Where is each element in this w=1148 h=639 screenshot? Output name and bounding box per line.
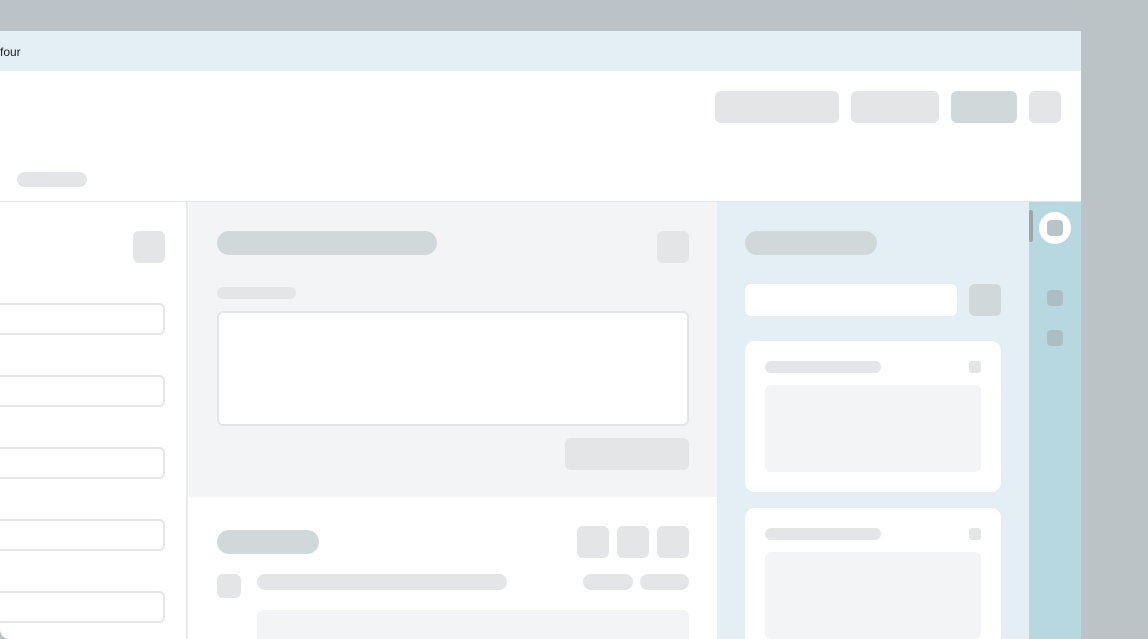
sidebar-card-1[interactable]: [745, 341, 1001, 492]
card-body-placeholder: [765, 385, 981, 472]
list-item-tag-2[interactable]: [640, 574, 689, 590]
form-field-4[interactable]: [0, 519, 165, 551]
list-title-placeholder: [217, 530, 319, 554]
form-field-1[interactable]: [0, 303, 165, 335]
square-icon[interactable]: [1047, 330, 1063, 346]
list-item-body-placeholder: [257, 610, 689, 639]
card-title-placeholder: [765, 361, 881, 373]
list-action-button-3[interactable]: [657, 526, 689, 558]
square-icon: [1047, 220, 1063, 236]
compose-textarea[interactable]: [217, 311, 689, 426]
header-primary-button[interactable]: [951, 91, 1017, 123]
list-panel: [189, 497, 717, 639]
compose-panel: [189, 202, 717, 497]
top-bar: four: [0, 31, 1081, 71]
sidebar-search-input[interactable]: [745, 284, 957, 316]
app-window: four: [0, 0, 1148, 639]
list-action-button-1[interactable]: [577, 526, 609, 558]
card-title-placeholder: [765, 528, 881, 540]
right-icon-rail: [1029, 202, 1081, 639]
sidebar-search-button[interactable]: [969, 284, 1001, 316]
header-more-button[interactable]: [1029, 91, 1061, 123]
card-body-placeholder: [765, 552, 981, 639]
compose-title-placeholder: [217, 231, 437, 255]
header-action-button-2[interactable]: [851, 91, 939, 123]
square-icon[interactable]: [1047, 290, 1063, 306]
rail-scroll-indicator[interactable]: [1029, 210, 1033, 242]
list-action-button-2[interactable]: [617, 526, 649, 558]
tab-label[interactable]: four: [0, 45, 21, 59]
list-item-title-placeholder: [257, 574, 507, 590]
list-item-tag-1[interactable]: [583, 574, 633, 590]
list-item-avatar[interactable]: [217, 574, 241, 598]
compose-label-placeholder: [217, 287, 296, 299]
page-header: [0, 71, 1081, 202]
form-field-2[interactable]: [0, 375, 165, 407]
compose-submit-button[interactable]: [565, 438, 689, 470]
card-menu-icon[interactable]: [969, 361, 981, 373]
rail-item-selected[interactable]: [1039, 212, 1071, 244]
header-action-button-1[interactable]: [715, 91, 839, 123]
form-field-3[interactable]: [0, 447, 165, 479]
left-panel-action-button[interactable]: [133, 231, 165, 263]
left-form-panel: [0, 202, 188, 639]
compose-action-button[interactable]: [657, 231, 689, 263]
form-field-5[interactable]: [0, 591, 165, 623]
sidebar-title-placeholder: [745, 231, 877, 255]
app-surface: four: [0, 31, 1081, 639]
right-sidebar: [717, 202, 1029, 639]
breadcrumb-placeholder[interactable]: [17, 172, 87, 187]
card-menu-icon[interactable]: [969, 528, 981, 540]
sidebar-card-2[interactable]: [745, 508, 1001, 639]
